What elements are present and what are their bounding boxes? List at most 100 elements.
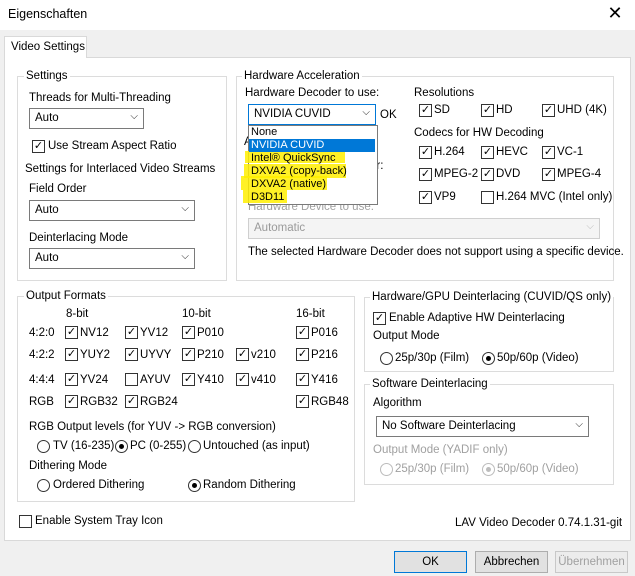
fmt-yuy2-checkbox[interactable]: ✓ (65, 348, 78, 361)
fmt-yv24-label: YV24 (80, 374, 109, 386)
cancel-button[interactable]: Abbrechen (475, 551, 548, 573)
fmt-v410-checkbox[interactable]: ✓ (236, 373, 249, 386)
ok-button[interactable]: OK (394, 551, 467, 573)
fmt-yv12-label: YV12 (140, 327, 169, 339)
fmt-p210-label: P210 (197, 349, 224, 361)
fmt-rgb48-checkbox[interactable]: ✓ (296, 395, 309, 408)
apply-button[interactable]: Übernehmen (555, 551, 628, 573)
codec-mpeg2-checkbox[interactable]: ✓ (419, 168, 432, 181)
res-sd-checkbox[interactable]: ✓ (419, 104, 432, 117)
fmt-y410-checkbox[interactable]: ✓ (182, 373, 195, 386)
tab-video-settings[interactable]: Video Settings (4, 36, 87, 58)
chevron-down-icon: ⌵ (181, 251, 189, 262)
fmt-p210-checkbox[interactable]: ✓ (182, 348, 195, 361)
system-tray-checkbox[interactable] (19, 515, 32, 528)
deint-mode-value: Auto (35, 252, 59, 264)
algorithm-label: Algorithm (373, 397, 422, 409)
fmt-y416-checkbox[interactable]: ✓ (296, 373, 309, 386)
threads-value: Auto (35, 112, 59, 124)
sw-mode-video-radio[interactable] (482, 463, 495, 476)
deint-mode-label: Deinterlacing Mode (29, 232, 129, 244)
res-uhd-label: UHD (4K) (557, 104, 607, 116)
chevron-down-icon: ⌵ (586, 221, 594, 232)
sw-mode-film-radio[interactable] (380, 463, 393, 476)
algorithm-value: No Software Deinterlacing (382, 420, 516, 432)
codec-mpeg4-checkbox[interactable]: ✓ (542, 168, 555, 181)
deint-mode-select[interactable]: Auto ⌵ (29, 248, 195, 269)
stream-aspect-checkbox[interactable]: ✓ (32, 140, 45, 153)
hwaccel-group-label: Hardware Acceleration (242, 70, 362, 82)
codec-dvd-checkbox[interactable]: ✓ (481, 168, 494, 181)
codec-h264-checkbox[interactable]: ✓ (419, 146, 432, 159)
codec-h264mvc-checkbox[interactable] (481, 191, 494, 204)
fmt-p216-checkbox[interactable]: ✓ (296, 348, 309, 361)
field-order-select[interactable]: Auto ⌵ (29, 200, 195, 221)
rgb-level-untouched-radio[interactable] (188, 440, 201, 453)
fmt-v210-checkbox[interactable]: ✓ (236, 348, 249, 361)
rgb-level-tv-radio[interactable] (37, 440, 50, 453)
close-icon[interactable]: ✕ (600, 3, 630, 25)
hw-mode-video-radio[interactable] (482, 352, 495, 365)
codec-hevc-checkbox[interactable]: ✓ (481, 146, 494, 159)
res-hd-checkbox[interactable]: ✓ (481, 104, 494, 117)
dither-ordered-radio[interactable] (37, 479, 50, 492)
field-order-label: Field Order (29, 183, 87, 195)
codec-vp9-checkbox[interactable]: ✓ (419, 191, 432, 204)
fmt-ayuv-label: AYUV (140, 374, 171, 386)
codec-mpeg2-label: MPEG-2 (434, 168, 479, 180)
algorithm-select[interactable]: No Software Deinterlacing ⌵ (376, 416, 589, 437)
fmt-rgb24-label: RGB24 (140, 396, 178, 408)
fmt-yv24-checkbox[interactable]: ✓ (65, 373, 78, 386)
hw-output-mode-label: Output Mode (373, 330, 440, 342)
fmt-uyvy-checkbox[interactable]: ✓ (125, 348, 138, 361)
fmt-rgb24-checkbox[interactable]: ✓ (125, 395, 138, 408)
codec-vc1-label: VC-1 (557, 146, 584, 158)
sw-output-mode-label: Output Mode (YADIF only) (373, 444, 508, 456)
hw-mode-video-label: 50p/60p (Video) (497, 352, 579, 364)
codec-vp9-label: VP9 (434, 191, 456, 203)
fmt-yv12-checkbox[interactable]: ✓ (125, 326, 138, 339)
hw-mode-film-label: 25p/30p (Film) (395, 352, 470, 364)
fmt-nv12-checkbox[interactable]: ✓ (65, 326, 78, 339)
fmt-p010-label: P010 (197, 327, 224, 339)
fmt-ayuv-checkbox[interactable] (125, 373, 138, 386)
codec-dvd-label: DVD (496, 168, 521, 180)
res-uhd-checkbox[interactable]: ✓ (542, 104, 555, 117)
rgb-levels-label: RGB Output levels (for YUV -> RGB conver… (29, 421, 276, 433)
decoder-option-none[interactable]: None (249, 126, 375, 139)
chevron-down-icon: ⌵ (575, 419, 583, 430)
decoder-option-nvidia-cuvid[interactable]: NVIDIA CUVID (249, 139, 375, 152)
device-select[interactable]: Automatic ⌵ (248, 218, 600, 239)
decoder-option-quicksync[interactable]: Intel® QuickSync (249, 152, 375, 165)
col-header-8bit: 8-bit (66, 308, 89, 320)
decoder-option-dxva2-native[interactable]: DXVA2 (native) (249, 178, 375, 191)
dither-ordered-label: Ordered Dithering (53, 479, 145, 491)
codec-h264-label: H.264 (434, 146, 465, 158)
fmt-rgb32-checkbox[interactable]: ✓ (65, 395, 78, 408)
fmt-p216-label: P216 (311, 349, 338, 361)
sw-mode-video-label: 50p/60p (Video) (497, 463, 579, 475)
dither-random-radio[interactable] (188, 479, 201, 492)
adaptive-deint-checkbox[interactable]: ✓ (373, 312, 386, 325)
fmt-v210-label: v210 (251, 349, 276, 361)
decoder-select[interactable]: NVIDIA CUVID ⌵ (248, 104, 376, 125)
decoder-option-dxva2-copyback[interactable]: DXVA2 (copy-back) (249, 165, 375, 178)
col-header-10bit: 10-bit (182, 308, 211, 320)
fmt-rgb48-label: RGB48 (311, 396, 349, 408)
interlaced-label: Settings for Interlaced Video Streams (25, 163, 216, 175)
row-label-422: 4:2:2 (29, 349, 55, 361)
decoder-option-d3d11[interactable]: D3D11 (249, 191, 375, 204)
stream-aspect-label: Use Stream Aspect Ratio (48, 140, 177, 152)
system-tray-label: Enable System Tray Icon (35, 515, 163, 527)
fmt-p016-checkbox[interactable]: ✓ (296, 326, 309, 339)
row-label-420: 4:2:0 (29, 327, 55, 339)
codec-mpeg4-label: MPEG-4 (557, 168, 602, 180)
rgb-level-pc-radio[interactable] (115, 440, 128, 453)
decoder-label: Hardware Decoder to use: (245, 87, 380, 99)
row-label-rgb: RGB (29, 396, 54, 408)
hw-mode-film-radio[interactable] (380, 352, 393, 365)
codec-vc1-checkbox[interactable]: ✓ (542, 146, 555, 159)
field-order-value: Auto (35, 204, 59, 216)
fmt-p010-checkbox[interactable]: ✓ (182, 326, 195, 339)
threads-select[interactable]: Auto ⌵ (29, 108, 144, 129)
